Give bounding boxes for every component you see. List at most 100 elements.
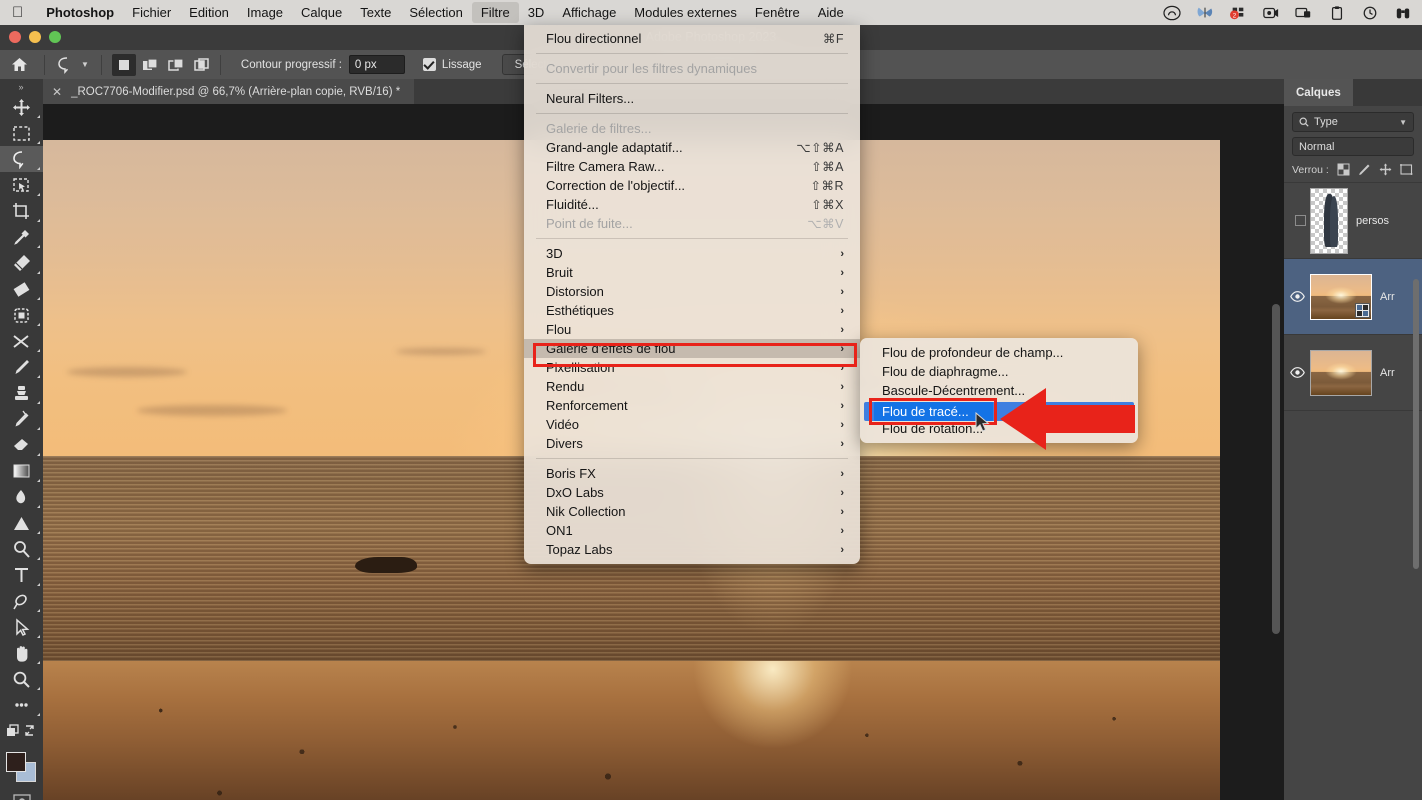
menu-item-grand-angle-adaptatif[interactable]: Grand-angle adaptatif... ⌥⇧⌘A — [524, 138, 860, 157]
menu-item-topaz-labs[interactable]: Topaz Labs › — [524, 540, 860, 559]
layer-thumbnail[interactable] — [1310, 187, 1348, 254]
menubar-item-fichier[interactable]: Fichier — [123, 2, 180, 23]
layer-filter-select[interactable]: Type ▼ — [1292, 112, 1414, 132]
menubar-item-edition[interactable]: Edition — [180, 2, 238, 23]
menubar-item-aide[interactable]: Aide — [809, 2, 853, 23]
brush-tool[interactable] — [0, 354, 43, 380]
pen-tool[interactable] — [0, 588, 43, 614]
crop-tool[interactable] — [0, 198, 43, 224]
menubar-item-3d[interactable]: 3D — [519, 2, 554, 23]
layer-thumbnail[interactable] — [1310, 273, 1372, 320]
rectangular-marquee-tool[interactable] — [0, 120, 43, 146]
lock-position-icon[interactable] — [1379, 163, 1392, 176]
document-tab[interactable]: ✕ _ROC7706-Modifier.psd @ 66,7% (Arrière… — [43, 79, 415, 104]
submenu-item-flou-profondeur-champ[interactable]: Flou de profondeur de champ... — [860, 343, 1138, 362]
lock-transparency-icon[interactable] — [1337, 163, 1350, 176]
menu-item-distorsion[interactable]: Distorsion › — [524, 282, 860, 301]
menu-item-flou-directionnel[interactable]: Flou directionnel ⌘F — [524, 29, 860, 48]
menu-item-filtre-camera-raw[interactable]: Filtre Camera Raw... ⇧⌘A — [524, 157, 860, 176]
menu-item-dxo-labs[interactable]: DxO Labs › — [524, 483, 860, 502]
new-selection-icon[interactable] — [111, 53, 136, 76]
submenu-item-flou-diaphragme[interactable]: Flou de diaphragme... — [860, 362, 1138, 381]
menu-item-3d[interactable]: 3D › — [524, 244, 860, 263]
blur-tool[interactable] — [0, 484, 43, 510]
canvas-vertical-scrollbar[interactable] — [1272, 304, 1280, 634]
layer-name[interactable]: Arr — [1380, 291, 1395, 303]
lasso-tool[interactable] — [0, 146, 43, 172]
menubar-item-modules-externes[interactable]: Modules externes — [625, 2, 746, 23]
menubar-item-photoshop[interactable]: Photoshop — [37, 2, 123, 23]
chevron-down-icon[interactable]: ▼ — [81, 60, 89, 69]
history-brush-tool[interactable] — [0, 406, 43, 432]
eraser-tool[interactable] — [0, 432, 43, 458]
layer-visibility-toggle[interactable] — [1284, 291, 1310, 302]
path-selection-tool[interactable] — [0, 614, 43, 640]
menu-item-fluidite[interactable]: Fluidité... ⇧⌘X — [524, 195, 860, 214]
spot-healing-brush-tool[interactable] — [0, 250, 43, 276]
feather-input[interactable] — [348, 55, 405, 74]
dodge-tool[interactable] — [0, 510, 43, 536]
home-icon[interactable] — [0, 57, 38, 72]
quick-mask-and-swap-row[interactable] — [0, 718, 43, 744]
eyedropper-tool[interactable] — [0, 224, 43, 250]
content-aware-fill-tool[interactable] — [0, 302, 43, 328]
active-tool-preset[interactable]: ▼ — [51, 56, 95, 74]
menubar-item-affichage[interactable]: Affichage — [553, 2, 625, 23]
object-selection-tool[interactable] — [0, 172, 43, 198]
type-tool[interactable] — [0, 562, 43, 588]
burn-tool[interactable] — [0, 536, 43, 562]
menubar-item-selection[interactable]: Sélection — [400, 2, 471, 23]
hand-tool[interactable] — [0, 640, 43, 666]
tab-calques[interactable]: Calques — [1284, 79, 1353, 106]
quick-mask-icon[interactable] — [0, 788, 43, 800]
layer-name[interactable]: persos — [1356, 215, 1389, 227]
table-row[interactable]: Arr — [1284, 335, 1422, 411]
checkbox-checked-icon[interactable] — [422, 58, 436, 71]
menu-item-divers[interactable]: Divers › — [524, 434, 860, 453]
clone-stamp-tool[interactable] — [0, 380, 43, 406]
time-machine-icon[interactable] — [1361, 5, 1379, 21]
toolbar-expand-chevron[interactable]: » — [0, 79, 43, 94]
binoculars-icon[interactable] — [1394, 5, 1412, 21]
menu-item-on1[interactable]: ON1 › — [524, 521, 860, 540]
visibility-off-icon[interactable] — [1295, 215, 1306, 226]
move-tool[interactable] — [0, 94, 43, 120]
window-manager-icon[interactable] — [1295, 5, 1313, 21]
blend-mode-select[interactable]: Normal — [1292, 137, 1414, 156]
close-icon[interactable]: ✕ — [52, 85, 62, 99]
menu-item-boris-fx[interactable]: Boris FX › — [524, 464, 860, 483]
layer-visibility-toggle[interactable] — [1284, 215, 1310, 226]
creative-cloud-icon[interactable] — [1163, 5, 1181, 21]
antialias-checkbox[interactable]: Lissage — [422, 58, 482, 71]
menu-item-neural-filters[interactable]: Neural Filters... — [524, 89, 860, 108]
menu-item-nik-collection[interactable]: Nik Collection › — [524, 502, 860, 521]
color-swatches[interactable] — [0, 748, 43, 788]
menubar-item-filtre[interactable]: Filtre — [471, 2, 519, 23]
chevron-down-icon[interactable]: ▼ — [1399, 118, 1407, 127]
menubar-item-texte[interactable]: Texte — [351, 2, 400, 23]
eye-icon[interactable] — [1289, 291, 1305, 302]
menu-item-rendu[interactable]: Rendu › — [524, 377, 860, 396]
menu-item-flou[interactable]: Flou › — [524, 320, 860, 339]
shuffle-tool[interactable] — [0, 328, 43, 354]
table-row[interactable]: persos — [1284, 183, 1422, 259]
menubar-item-calque[interactable]: Calque — [292, 2, 351, 23]
apple-logo-icon[interactable]:  — [12, 5, 23, 20]
subtract-selection-icon[interactable] — [164, 54, 188, 76]
table-row[interactable]: Arr — [1284, 259, 1422, 335]
menubar-item-fenetre[interactable]: Fenêtre — [746, 2, 809, 23]
butterfly-icon[interactable] — [1196, 5, 1214, 21]
intersect-selection-icon[interactable] — [190, 54, 214, 76]
menubar-item-image[interactable]: Image — [238, 2, 292, 23]
menu-item-galerie-effets-de-flou[interactable]: Galerie d'effets de flou › — [524, 339, 860, 358]
layer-thumbnail[interactable] — [1310, 349, 1372, 396]
foreground-color-swatch[interactable] — [6, 752, 26, 772]
layers-panel-scrollbar[interactable] — [1413, 279, 1419, 569]
zoom-tool[interactable] — [0, 666, 43, 692]
menu-item-pixellisation[interactable]: Pixellisation › — [524, 358, 860, 377]
menu-item-bruit[interactable]: Bruit › — [524, 263, 860, 282]
gradient-tool[interactable] — [0, 458, 43, 484]
layer-name[interactable]: Arr — [1380, 367, 1395, 379]
eye-icon[interactable] — [1289, 367, 1305, 378]
add-selection-icon[interactable] — [138, 54, 162, 76]
